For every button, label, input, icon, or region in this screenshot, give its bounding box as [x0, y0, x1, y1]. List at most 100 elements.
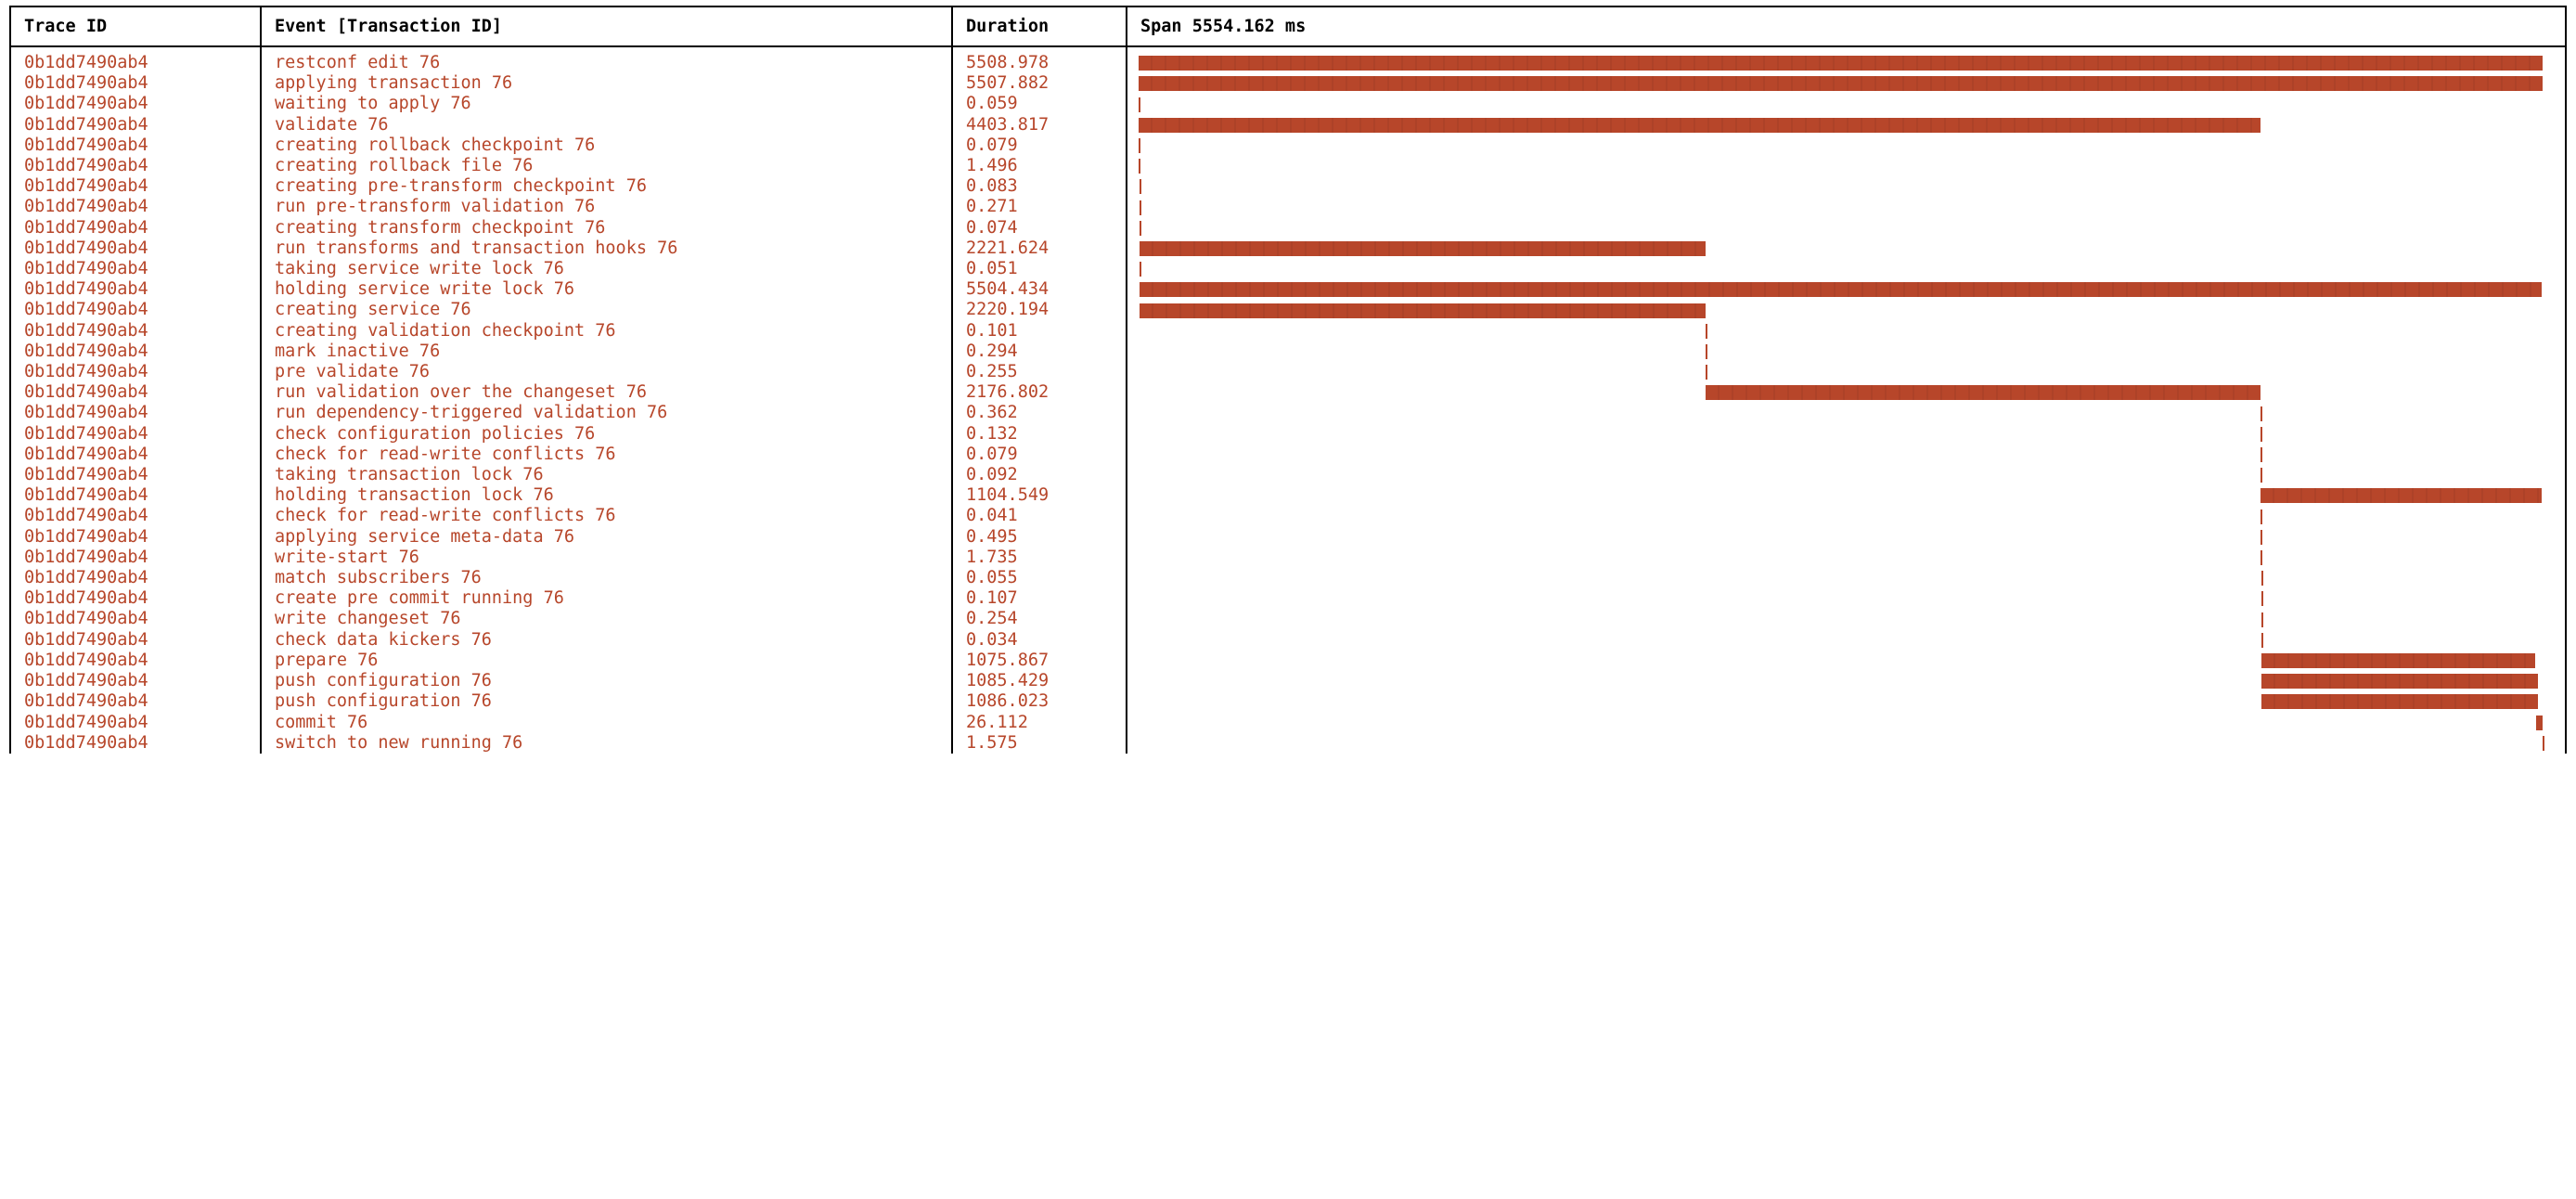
event-cell: run pre-transform validation 76 — [261, 197, 952, 217]
table-row[interactable]: 0b1dd7490ab4check for read-write conflic… — [10, 506, 2566, 526]
span-bar[interactable] — [1706, 324, 1707, 339]
span-bar[interactable] — [2261, 653, 2535, 668]
span-bar[interactable] — [1140, 221, 1141, 236]
span-bar[interactable] — [2260, 406, 2262, 421]
table-row[interactable]: 0b1dd7490ab4creating rollback file 761.4… — [10, 156, 2566, 176]
table-row[interactable]: 0b1dd7490ab4prepare 761075.867 — [10, 651, 2566, 671]
span-bar[interactable] — [1706, 365, 1707, 380]
span-bar[interactable] — [1139, 97, 1140, 112]
trace-id-cell: 0b1dd7490ab4 — [10, 53, 261, 73]
trace-id-cell: 0b1dd7490ab4 — [10, 279, 261, 300]
span-cell — [1127, 424, 2566, 445]
span-track — [1139, 674, 2554, 689]
span-bar[interactable] — [1139, 56, 2543, 71]
span-bar[interactable] — [1139, 76, 2542, 91]
span-bar[interactable] — [2261, 591, 2263, 606]
trace-table: Trace ID Event [Transaction ID] Duration… — [9, 6, 2567, 754]
span-bar[interactable] — [2261, 674, 2538, 689]
span-bar[interactable] — [1139, 118, 2260, 133]
table-row[interactable]: 0b1dd7490ab4run dependency-triggered val… — [10, 403, 2566, 423]
span-track — [1139, 694, 2554, 709]
trace-id-cell: 0b1dd7490ab4 — [10, 506, 261, 526]
table-row[interactable]: 0b1dd7490ab4check data kickers 760.034 — [10, 630, 2566, 651]
span-bar[interactable] — [1139, 159, 1140, 174]
span-bar[interactable] — [2543, 736, 2544, 751]
span-bar[interactable] — [2260, 530, 2262, 545]
span-bar[interactable] — [2260, 427, 2262, 442]
table-row[interactable]: 0b1dd7490ab4restconf edit 765508.978 — [10, 53, 2566, 73]
span-cell — [1127, 362, 2566, 382]
table-row[interactable]: 0b1dd7490ab4taking transaction lock 760.… — [10, 465, 2566, 485]
span-bar[interactable] — [2260, 509, 2262, 524]
span-bar[interactable] — [2261, 694, 2538, 709]
duration-cell: 0.079 — [952, 135, 1127, 156]
span-bar[interactable] — [1140, 262, 1141, 277]
table-row[interactable]: 0b1dd7490ab4run pre-transform validation… — [10, 197, 2566, 217]
table-row[interactable]: 0b1dd7490ab4run validation over the chan… — [10, 382, 2566, 403]
table-row[interactable]: 0b1dd7490ab4creating pre-transform check… — [10, 176, 2566, 197]
trace-id-cell: 0b1dd7490ab4 — [10, 403, 261, 423]
span-track — [1139, 221, 2554, 236]
table-row[interactable]: 0b1dd7490ab4push configuration 761085.42… — [10, 671, 2566, 691]
trace-id-cell: 0b1dd7490ab4 — [10, 671, 261, 691]
span-cell — [1127, 671, 2566, 691]
span-bar[interactable] — [1706, 344, 1707, 359]
span-bar[interactable] — [2260, 468, 2262, 483]
table-row[interactable]: 0b1dd7490ab4creating validation checkpoi… — [10, 321, 2566, 342]
table-row[interactable]: 0b1dd7490ab4match subscribers 760.055 — [10, 568, 2566, 588]
event-cell: validate 76 — [261, 115, 952, 135]
span-bar[interactable] — [1140, 179, 1141, 194]
table-row[interactable]: 0b1dd7490ab4creating rollback checkpoint… — [10, 135, 2566, 156]
table-row[interactable]: 0b1dd7490ab4run transforms and transacti… — [10, 239, 2566, 259]
span-bar[interactable] — [1140, 303, 1706, 318]
table-row[interactable]: 0b1dd7490ab4waiting to apply 760.059 — [10, 94, 2566, 114]
table-row[interactable]: 0b1dd7490ab4mark inactive 760.294 — [10, 342, 2566, 362]
span-bar[interactable] — [2260, 488, 2542, 503]
span-bar[interactable] — [1706, 385, 2260, 400]
table-row[interactable]: 0b1dd7490ab4switch to new running 761.57… — [10, 733, 2566, 754]
table-row[interactable]: 0b1dd7490ab4applying transaction 765507.… — [10, 73, 2566, 94]
table-row[interactable]: 0b1dd7490ab4push configuration 761086.02… — [10, 691, 2566, 712]
table-row[interactable]: 0b1dd7490ab4check configuration policies… — [10, 424, 2566, 445]
duration-cell: 1086.023 — [952, 691, 1127, 712]
event-cell: push configuration 76 — [261, 691, 952, 712]
col-header-span[interactable]: Span 5554.162 ms — [1127, 6, 2566, 46]
span-bar[interactable] — [2260, 550, 2262, 565]
span-bar[interactable] — [2261, 633, 2263, 648]
col-header-trace-id[interactable]: Trace ID — [10, 6, 261, 46]
event-cell: prepare 76 — [261, 651, 952, 671]
span-bar[interactable] — [1140, 282, 2542, 297]
duration-cell: 1.575 — [952, 733, 1127, 754]
table-row[interactable]: 0b1dd7490ab4write changeset 760.254 — [10, 609, 2566, 629]
span-bar[interactable] — [1140, 241, 1706, 256]
table-row[interactable]: 0b1dd7490ab4holding service write lock 7… — [10, 279, 2566, 300]
duration-cell: 2221.624 — [952, 239, 1127, 259]
table-row[interactable]: 0b1dd7490ab4write-start 761.735 — [10, 548, 2566, 568]
span-bar[interactable] — [2260, 447, 2262, 462]
table-row[interactable]: 0b1dd7490ab4check for read-write conflic… — [10, 445, 2566, 465]
span-bar[interactable] — [2261, 571, 2263, 586]
col-header-duration[interactable]: Duration — [952, 6, 1127, 46]
table-row[interactable]: 0b1dd7490ab4create pre commit running 76… — [10, 588, 2566, 609]
table-row[interactable]: 0b1dd7490ab4holding transaction lock 761… — [10, 485, 2566, 506]
span-track — [1139, 282, 2554, 297]
col-header-event[interactable]: Event [Transaction ID] — [261, 6, 952, 46]
duration-cell: 4403.817 — [952, 115, 1127, 135]
span-cell — [1127, 176, 2566, 197]
table-row[interactable]: 0b1dd7490ab4validate 764403.817 — [10, 115, 2566, 135]
span-track — [1139, 179, 2554, 194]
duration-cell: 0.092 — [952, 465, 1127, 485]
event-cell: pre validate 76 — [261, 362, 952, 382]
span-bar[interactable] — [2261, 612, 2263, 627]
span-bar[interactable] — [1140, 200, 1141, 215]
trace-id-cell: 0b1dd7490ab4 — [10, 424, 261, 445]
span-bar[interactable] — [2536, 716, 2543, 730]
table-row[interactable]: 0b1dd7490ab4taking service write lock 76… — [10, 259, 2566, 279]
table-row[interactable]: 0b1dd7490ab4creating service 762220.194 — [10, 300, 2566, 320]
table-row[interactable]: 0b1dd7490ab4creating transform checkpoin… — [10, 218, 2566, 239]
span-track — [1139, 571, 2554, 586]
table-row[interactable]: 0b1dd7490ab4pre validate 760.255 — [10, 362, 2566, 382]
table-row[interactable]: 0b1dd7490ab4commit 7626.112 — [10, 713, 2566, 733]
table-row[interactable]: 0b1dd7490ab4applying service meta-data 7… — [10, 527, 2566, 548]
span-bar[interactable] — [1139, 138, 1140, 153]
